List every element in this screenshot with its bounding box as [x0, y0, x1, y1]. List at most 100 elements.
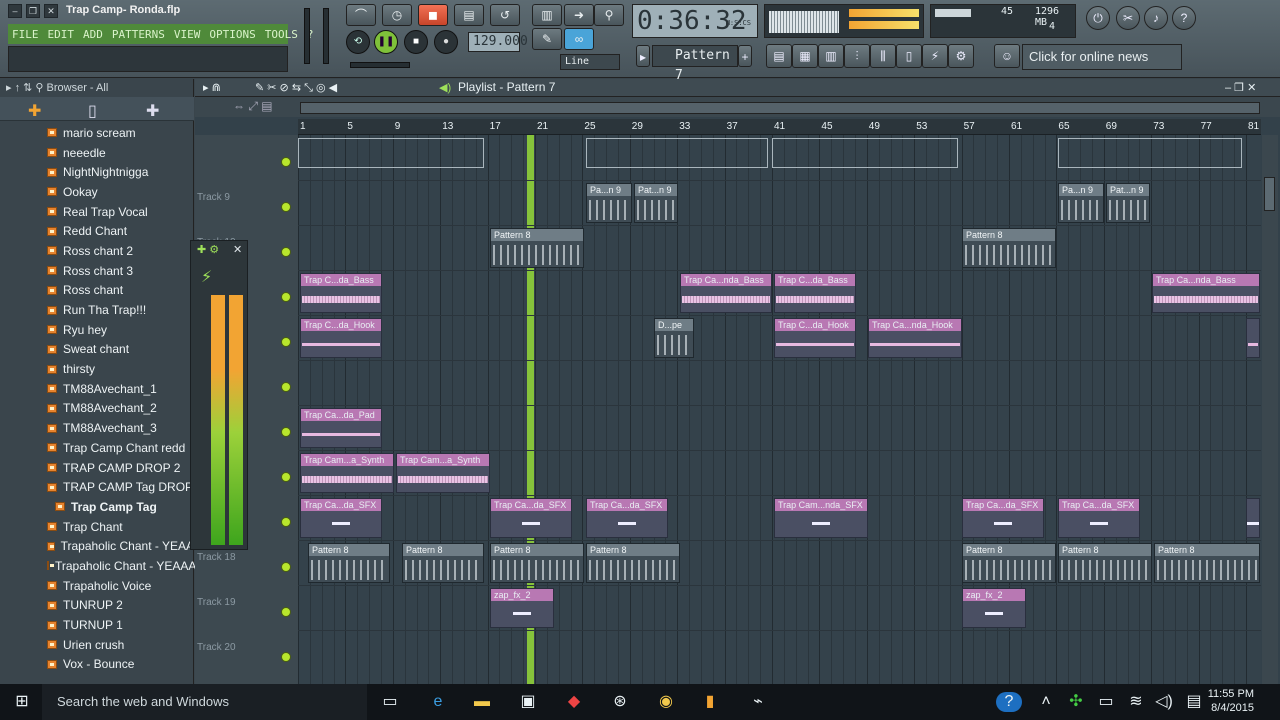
pattern-clip[interactable]: Pattern 8	[962, 543, 1056, 583]
browser-item[interactable]: TM88Avechant_3	[0, 418, 194, 438]
master-pitch-slider[interactable]	[323, 8, 329, 64]
pattern-clip[interactable]: Pat...n 9	[1106, 183, 1150, 223]
browser-star-icon[interactable]: ✚	[28, 101, 41, 121]
audio-clip[interactable]	[1058, 138, 1242, 168]
audio-clip[interactable]: Trap Ca...da_Pad	[300, 408, 382, 448]
audio-clip[interactable]: Trap Ca...nda_Bass	[1152, 273, 1260, 313]
piano-roll-icon[interactable]: ▦	[792, 44, 818, 68]
audio-clip[interactable]	[298, 138, 484, 168]
pattern-clip[interactable]: Pattern 8	[586, 543, 680, 583]
browser-item[interactable]: Vox - Bounce	[0, 655, 194, 675]
stop-button[interactable]: ■	[404, 30, 428, 54]
pattern-prev-icon[interactable]: ▸	[636, 45, 650, 67]
audio-clip[interactable]: Trap Ca...nda_Hook	[868, 318, 962, 358]
track-mute-led[interactable]	[281, 247, 291, 257]
battery-icon[interactable]: ▭	[1096, 692, 1116, 712]
horizontal-scrollbar[interactable]	[300, 102, 1260, 114]
browser-item[interactable]: Ross chant 3	[0, 261, 194, 281]
track-header[interactable]: Track 20	[195, 630, 298, 675]
channel-rack-icon[interactable]: ▥	[818, 44, 844, 68]
browser-item[interactable]: Trap Chant	[0, 517, 194, 537]
piano-icon[interactable]: ▥	[532, 4, 562, 26]
hp-icon[interactable]: ⊛	[610, 692, 630, 712]
arrow-right-icon[interactable]: ➜	[564, 4, 594, 26]
menu-file[interactable]: FILE	[12, 28, 39, 41]
restore-icon[interactable]: ❐	[26, 4, 40, 18]
pattern-clip[interactable]: D...pe	[654, 318, 694, 358]
chrome-icon[interactable]: ◉	[656, 692, 676, 712]
browser-item[interactable]: TRAP CAMP Tag DROP	[0, 477, 194, 497]
track-mute-led[interactable]	[281, 292, 291, 302]
microphone-icon[interactable]: ♪	[1144, 6, 1168, 30]
windows-start-icon[interactable]: ⊞	[12, 692, 32, 712]
menu-view[interactable]: VIEW	[174, 28, 201, 41]
browser-item[interactable]: Sweat chant	[0, 340, 194, 360]
track-mute-led[interactable]	[281, 472, 291, 482]
pattern-clip[interactable]: Pattern 8	[490, 228, 584, 268]
browser-item[interactable]: TM88Avechant_1	[0, 379, 194, 399]
playlist-grid[interactable]: Pa...n 9 Pat...n 9 Pa...n 9 Pat...n 9 Patter…	[298, 135, 1261, 684]
audio-clip[interactable]: Trap C...da_Hook	[774, 318, 856, 358]
pattern-clip[interactable]: Pa...n 9	[586, 183, 632, 223]
pitch-knob[interactable]	[350, 62, 410, 68]
audio-clip[interactable]: Trap Ca...da_SFX	[490, 498, 572, 538]
zoom-icon[interactable]: ⇔ ⤢ ▤	[233, 99, 273, 114]
browser-item[interactable]: Ryu hey	[0, 320, 194, 340]
audio-clip[interactable]	[1246, 318, 1260, 358]
browser-item[interactable]: thirsty	[0, 359, 194, 379]
track-mute-led[interactable]	[281, 157, 291, 167]
browser-item[interactable]: Real Trap Vocal	[0, 202, 194, 222]
menu-options[interactable]: OPTIONS	[209, 28, 255, 41]
browser-item[interactable]: Ross chant	[0, 281, 194, 301]
taskbar-search[interactable]: Search the web and Windows	[42, 684, 367, 720]
audio-clip[interactable]: Trap Cam...a_Synth	[396, 453, 490, 493]
track-mute-led[interactable]	[281, 202, 291, 212]
app-icon[interactable]: ⌁	[748, 692, 768, 712]
audio-clip[interactable]: Trap Ca...da_SFX	[962, 498, 1044, 538]
audio-clip[interactable]: zap_fx_2	[490, 588, 554, 628]
track-mute-led[interactable]	[281, 517, 291, 527]
track-header[interactable]: Track 9	[195, 180, 298, 225]
browser-item[interactable]: Trapaholic Chant - YEAAA	[0, 556, 196, 576]
track-mute-led[interactable]	[281, 607, 291, 617]
pattern-clip[interactable]: Pattern 8	[402, 543, 484, 583]
pattern-clip[interactable]: Pattern 8	[490, 543, 584, 583]
track-mute-led[interactable]	[281, 337, 291, 347]
record-mode-button[interactable]: ◷	[382, 4, 412, 26]
browser-item[interactable]: Urien crush	[0, 635, 194, 655]
notifications-icon[interactable]: ▤	[1184, 692, 1204, 712]
audio-clip[interactable]: zap_fx_2	[962, 588, 1026, 628]
browser-item[interactable]: Trapaholic Chant - YEAA	[0, 536, 194, 556]
link-icon[interactable]: ∞	[564, 28, 594, 50]
tempo-display[interactable]: 129.000	[468, 32, 528, 52]
menu-tools[interactable]: TOOLS	[265, 28, 298, 41]
audio-clip[interactable]: Trap C...da_Bass	[300, 273, 382, 313]
metronome-icon[interactable]: ⚲	[594, 4, 624, 26]
pattern-clip[interactable]: Pattern 8	[308, 543, 390, 583]
audio-clip[interactable]	[772, 138, 958, 168]
browser-item[interactable]: Trap Camp Chant redd	[0, 438, 194, 458]
browser-item[interactable]: Trapaholic Voice	[0, 576, 194, 596]
track-header[interactable]	[195, 135, 298, 180]
mixer-icon[interactable]: ⫶	[844, 44, 870, 68]
audio-clip[interactable]	[586, 138, 768, 168]
browser-item[interactable]: NightNightnigga	[0, 162, 194, 182]
pattern-clip[interactable]: Pattern 8	[1058, 543, 1152, 583]
playlist-window-controls[interactable]: – ❐ ✕	[1225, 81, 1256, 94]
browser-item[interactable]: TRAP CAMP DROP 2	[0, 458, 194, 478]
timeline-ruler[interactable]: 1 5 9 13 17 21 25 29 33 37 41 45 49 53 57 61 65 69 73 77 81	[298, 119, 1261, 135]
audio-clip[interactable]: Trap Ca...da_SFX	[1058, 498, 1140, 538]
help-icon[interactable]: ?	[1172, 6, 1196, 30]
audio-clip[interactable]: Trap Cam...a_Synth	[300, 453, 394, 493]
taskbar-clock[interactable]: 11:55 PM 8/4/2015	[1208, 687, 1254, 715]
pause-button[interactable]: ❚❚	[374, 30, 398, 54]
plug-icon[interactable]: ⚡	[922, 44, 948, 68]
track-mute-led[interactable]	[281, 382, 291, 392]
tray-app-icon[interactable]: ✣	[1066, 692, 1086, 712]
power-icon[interactable]: ⏻	[1086, 6, 1110, 30]
snap-select[interactable]: Line	[560, 54, 620, 70]
meter-close-icon[interactable]: ✕	[233, 243, 242, 256]
audio-clip[interactable]: Trap C...da_Bass	[774, 273, 856, 313]
track-header[interactable]: Track 19	[195, 585, 298, 630]
track-mute-led[interactable]	[281, 652, 291, 662]
